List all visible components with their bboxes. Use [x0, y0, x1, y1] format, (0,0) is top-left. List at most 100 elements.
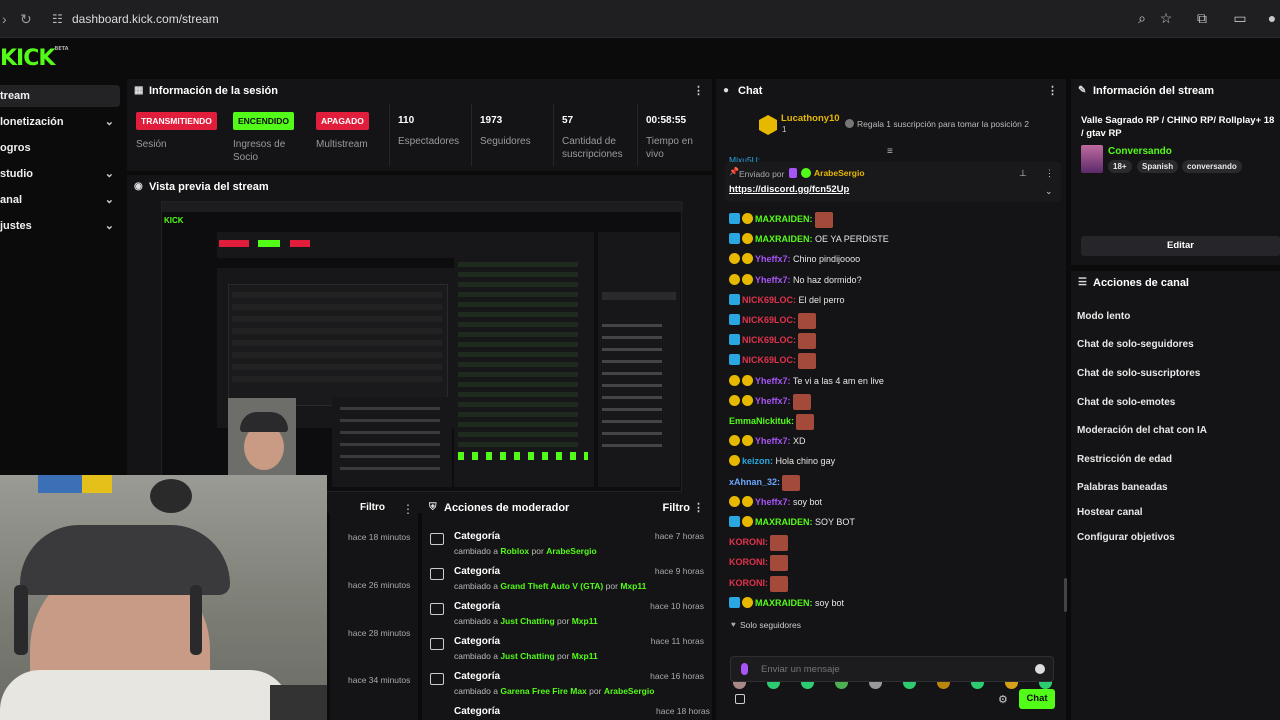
- side-panel-icon[interactable]: ▭: [1232, 10, 1248, 27]
- chat-username[interactable]: xAhnan_32:: [729, 477, 780, 487]
- address-bar[interactable]: dashboard.kick.com/stream: [72, 12, 219, 26]
- sidebar-item[interactable]: justes ⌄: [0, 215, 120, 237]
- chat-username[interactable]: Yheffx7:: [755, 436, 791, 446]
- unpin-icon[interactable]: ⊥: [1019, 168, 1027, 179]
- more-options-icon[interactable]: ⋮: [402, 502, 414, 516]
- channel-action-item[interactable]: Restricción de edad: [1077, 454, 1172, 465]
- sidebar-item[interactable]: tream: [0, 85, 120, 107]
- reload-icon[interactable]: ↻: [20, 11, 32, 28]
- mod-action-user[interactable]: Mxp11: [572, 616, 598, 626]
- chat-username[interactable]: KORONI:: [729, 557, 768, 567]
- category-thumbnail[interactable]: [1081, 145, 1103, 173]
- chat-message: MAXRAIDEN:: [729, 211, 833, 229]
- stream-category[interactable]: Conversando: [1108, 146, 1172, 157]
- chat-username[interactable]: EmmaNickituk:: [729, 416, 794, 426]
- chat-username[interactable]: MAXRAIDEN:: [755, 598, 813, 608]
- sidebar-item[interactable]: anal ⌄: [0, 189, 120, 211]
- chat-text: soy bot: [815, 598, 845, 608]
- sidebar-item[interactable]: studio ⌄: [0, 163, 120, 185]
- collapse-icon[interactable]: ≡: [887, 146, 893, 157]
- chat-username[interactable]: MAXRAIDEN:: [755, 517, 813, 527]
- extensions-icon[interactable]: ⧉: [1194, 10, 1210, 27]
- chat-username[interactable]: Yheffx7:: [755, 275, 791, 285]
- mic-icon[interactable]: [741, 663, 748, 675]
- settings-gear-icon[interactable]: ⚙: [998, 693, 1008, 706]
- mod-action-target[interactable]: Just Chatting: [500, 651, 554, 661]
- filter-label[interactable]: Filtro: [360, 502, 385, 513]
- tag-chip[interactable]: 18+: [1108, 160, 1132, 173]
- chevron-down-icon[interactable]: ⌄: [105, 189, 114, 211]
- back-icon[interactable]: ›: [2, 11, 7, 27]
- channel-action-item[interactable]: Chat de solo-emotes: [1077, 397, 1175, 408]
- gift-prompt[interactable]: Regala 1 suscripción para tomar la posic…: [857, 119, 1029, 129]
- channel-action-item[interactable]: Configurar objetivos: [1077, 532, 1175, 543]
- chat-username[interactable]: MAXRAIDEN:: [755, 214, 813, 224]
- chat-message-input[interactable]: [761, 661, 1021, 678]
- chat-username[interactable]: Yheffx7:: [755, 497, 791, 507]
- channel-action-item[interactable]: Chat de solo-seguidores: [1077, 339, 1194, 350]
- stream-info-header: ✎ Información del stream: [1071, 79, 1280, 103]
- channel-action-item[interactable]: Chat de solo-suscriptores: [1077, 368, 1200, 379]
- more-options-icon[interactable]: ⋮: [1047, 79, 1058, 103]
- more-options-icon[interactable]: ⋮: [1045, 168, 1054, 179]
- chat-username[interactable]: keizon:: [742, 456, 773, 466]
- chevron-down-icon[interactable]: ⌄: [1045, 186, 1053, 197]
- search-icon[interactable]: ⌕: [1134, 10, 1150, 27]
- channel-action-item[interactable]: Palabras baneadas: [1077, 482, 1168, 493]
- kick-logo[interactable]: KICKBETA: [0, 46, 69, 71]
- chat-username[interactable]: Yheffx7:: [755, 376, 791, 386]
- mod-action-target[interactable]: Garena Free Fire Max: [500, 686, 586, 696]
- chat-username[interactable]: NICK69LOC:: [742, 295, 796, 305]
- mod-action-target[interactable]: Grand Theft Auto V (GTA): [500, 581, 603, 591]
- tag-chip[interactable]: conversando: [1182, 160, 1242, 173]
- sidebar-item[interactable]: lonetización ⌄: [0, 111, 120, 133]
- channel-action-item[interactable]: Moderación del chat con IA: [1077, 425, 1207, 436]
- sidebar-item-label: tream: [0, 90, 30, 102]
- filter-button[interactable]: Filtro: [663, 496, 691, 520]
- chat-username[interactable]: NICK69LOC:: [742, 315, 796, 325]
- tag-chip[interactable]: Spanish: [1137, 160, 1179, 173]
- chat-input-box[interactable]: [730, 656, 1054, 682]
- chat-message: Yheffx7:: [729, 393, 811, 411]
- bookmark-star-icon[interactable]: ☆: [1158, 10, 1174, 27]
- chevron-down-icon[interactable]: ⌄: [105, 111, 114, 133]
- top-gifter-name[interactable]: Lucathony10: [781, 113, 840, 124]
- status-label: Sesión: [136, 139, 167, 150]
- edit-stream-button[interactable]: Editar: [1081, 236, 1280, 256]
- browser-toolbar: › ↻ ☷ dashboard.kick.com/stream ⌕ ☆ ⧉ ▭ …: [0, 0, 1280, 38]
- stream-video-preview[interactable]: KICK: [161, 201, 683, 493]
- mod-action-target[interactable]: Just Chatting: [500, 616, 554, 626]
- divider: [389, 104, 390, 166]
- chat-username[interactable]: Yheffx7:: [755, 254, 791, 264]
- mod-action-user[interactable]: Mxp11: [620, 581, 646, 591]
- pinned-user[interactable]: ArabeSergio: [814, 168, 865, 178]
- chevron-down-icon[interactable]: ⌄: [105, 163, 114, 185]
- mod-action-user[interactable]: ArabeSergio: [546, 546, 597, 556]
- mod-action-user[interactable]: Mxp11: [572, 651, 598, 661]
- more-options-icon[interactable]: ⋮: [693, 79, 704, 103]
- subscriber-badge-icon: [729, 253, 740, 264]
- subscriber-badge-icon: [742, 435, 753, 446]
- mod-action-target[interactable]: Roblox: [500, 546, 529, 556]
- emoji-picker-icon[interactable]: [1035, 664, 1045, 674]
- chat-username[interactable]: Yheffx7:: [755, 396, 791, 406]
- mod-action-category: Categoría: [454, 671, 501, 682]
- chat-scrollbar[interactable]: [1064, 578, 1067, 612]
- chevron-down-icon[interactable]: ⌄: [105, 215, 114, 237]
- more-options-icon[interactable]: ⋮: [693, 496, 704, 520]
- chat-username[interactable]: NICK69LOC:: [742, 355, 796, 365]
- site-info-icon[interactable]: ☷: [52, 12, 63, 26]
- pinned-link[interactable]: https://discord.gg/fcn52Up: [729, 184, 849, 195]
- chat-username[interactable]: MAXRAIDEN:: [755, 234, 813, 244]
- chat-username[interactable]: KORONI:: [729, 537, 768, 547]
- sidebar-item[interactable]: ogros: [0, 137, 120, 159]
- gift-box-icon[interactable]: [735, 694, 745, 704]
- chat-username[interactable]: KORONI:: [729, 578, 768, 588]
- channel-action-item[interactable]: Modo lento: [1077, 311, 1130, 322]
- emote-image: [770, 575, 788, 592]
- mod-action-user[interactable]: ArabeSergio: [604, 686, 655, 696]
- send-chat-button[interactable]: Chat: [1019, 689, 1055, 709]
- profile-icon[interactable]: ●: [1264, 10, 1280, 26]
- channel-action-item[interactable]: Hostear canal: [1077, 507, 1143, 518]
- chat-username[interactable]: NICK69LOC:: [742, 335, 796, 345]
